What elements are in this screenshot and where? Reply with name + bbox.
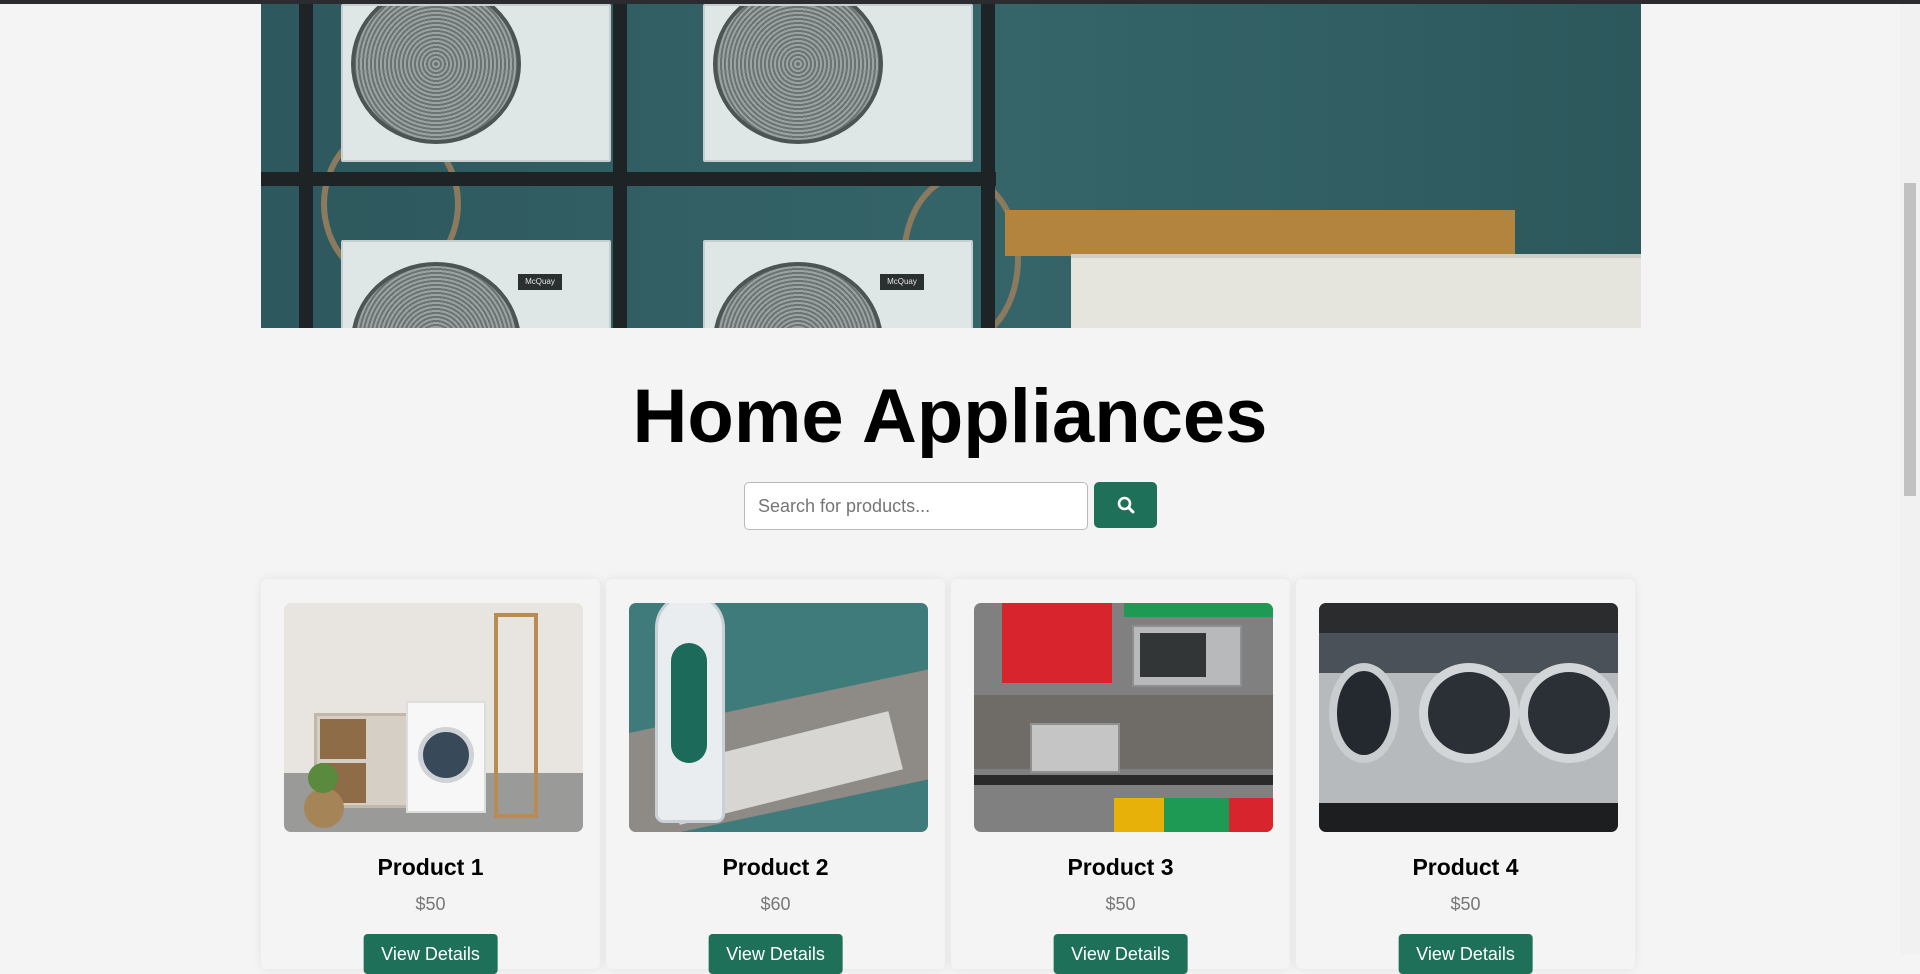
product-price: $50 <box>1450 894 1481 914</box>
product-name: Product 1 <box>377 854 484 880</box>
product-price: $50 <box>415 894 446 914</box>
search-button[interactable] <box>1094 482 1157 528</box>
page: McQuay McQuay Home Appliances Search for… <box>0 4 1900 974</box>
ac-unit <box>341 4 611 162</box>
view-details-button[interactable]: View Details <box>1398 934 1533 974</box>
product-image-kitchen[interactable] <box>974 603 1273 832</box>
page-title: Home Appliances <box>632 374 1268 459</box>
product-name: Product 4 <box>1412 854 1519 880</box>
product-card: Product 3 $50 View Details <box>951 579 1290 974</box>
search-bar <box>744 482 1157 530</box>
ac-unit: McQuay <box>341 240 611 328</box>
product-price: $50 <box>1105 894 1136 914</box>
product-image-iron[interactable] <box>629 603 928 832</box>
product-image-washing-machine[interactable] <box>284 603 583 832</box>
hero-banner: McQuay McQuay <box>261 4 1641 328</box>
product-card: Product 2 $60 View Details <box>606 579 945 974</box>
product-name: Product 3 <box>1067 854 1174 880</box>
product-price: $60 <box>760 894 791 914</box>
vertical-scrollbar[interactable] <box>1900 4 1920 954</box>
view-details-button[interactable]: View Details <box>708 934 843 974</box>
view-details-button[interactable]: View Details <box>1053 934 1188 974</box>
product-grid: Product 1 $50 View Details Product 2 $60… <box>261 579 1635 974</box>
search-input[interactable] <box>744 482 1088 530</box>
product-card: Product 1 $50 View Details <box>261 579 600 974</box>
view-details-button[interactable]: View Details <box>363 934 498 974</box>
ac-unit: McQuay <box>703 240 973 328</box>
product-card: Product 4 $50 View Details <box>1296 579 1635 974</box>
scrollbar-thumb[interactable] <box>1904 183 1916 496</box>
product-image-laundromat[interactable] <box>1319 603 1618 832</box>
search-icon <box>1117 496 1134 514</box>
product-name: Product 2 <box>722 854 829 880</box>
ac-unit <box>703 4 973 162</box>
